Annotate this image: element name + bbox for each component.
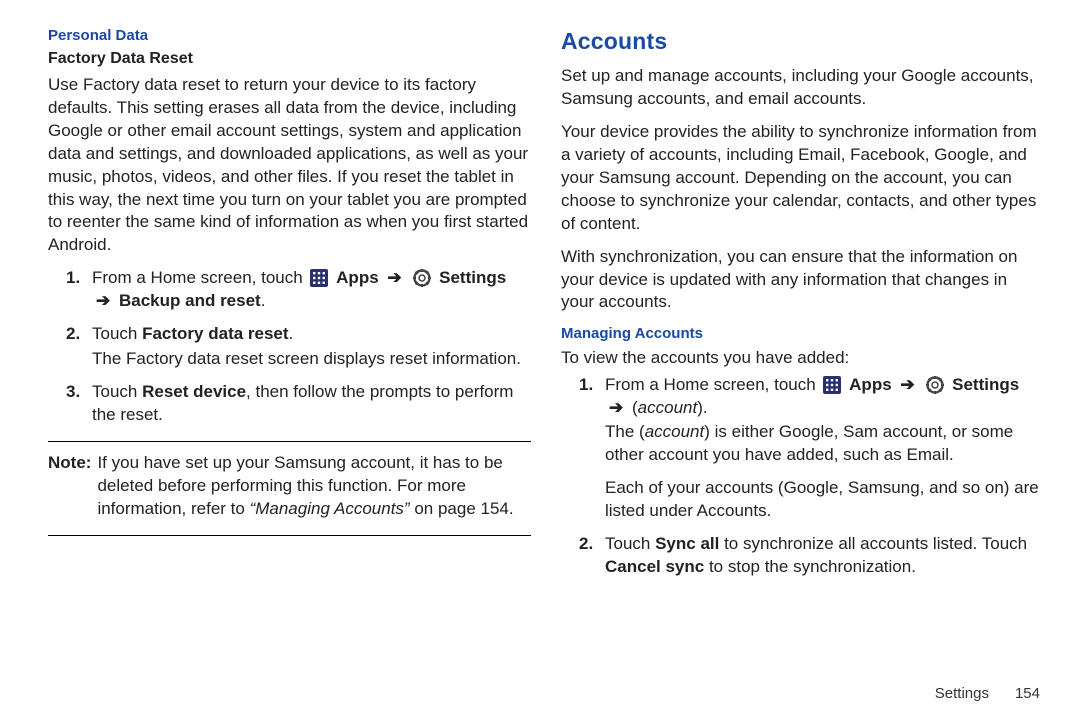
gear-icon: [926, 376, 944, 394]
section-heading-personal-data: Personal Data: [48, 26, 531, 46]
step-number: 1.: [579, 374, 593, 397]
steps-factory-reset: 1. From a Home screen, touch Apps ➔ Sett…: [48, 267, 531, 427]
page-footer: Settings 154: [935, 684, 1040, 704]
settings-label: Settings: [952, 375, 1019, 394]
apps-grid-icon: [310, 269, 328, 287]
arrow-icon: ➔: [609, 398, 623, 417]
step-subtext-2: Each of your accounts (Google, Samsung, …: [605, 477, 1044, 523]
sync-all-label: Sync all: [655, 534, 719, 553]
section-heading-accounts: Accounts: [561, 26, 1044, 57]
step-2: 2. Touch Sync all to synchronize all acc…: [589, 533, 1044, 579]
apps-label: Apps: [336, 268, 379, 287]
step-text: From a Home screen, touch: [605, 375, 820, 394]
apps-grid-icon: [823, 376, 841, 394]
step-3: 3. Touch Reset device, then follow the p…: [76, 381, 531, 427]
step-tail: to stop the synchronization.: [704, 557, 916, 576]
apps-label: Apps: [849, 375, 892, 394]
period: .: [289, 324, 294, 343]
close-paren: ).: [697, 398, 707, 417]
left-column: Personal Data Factory Data Reset Use Fac…: [48, 26, 531, 702]
cancel-sync-label: Cancel sync: [605, 557, 704, 576]
reset-device-label: Reset device: [142, 382, 246, 401]
step-number: 1.: [66, 267, 80, 290]
step-text: Touch: [92, 382, 142, 401]
step-subtext: The Factory data reset screen displays r…: [92, 348, 531, 371]
footer-section: Settings: [935, 685, 989, 702]
step-mid: to synchronize all accounts listed. Touc…: [719, 534, 1027, 553]
subsection-managing-accounts: Managing Accounts: [561, 324, 1044, 344]
step-number: 3.: [66, 381, 80, 404]
note-block: Note: If you have set up your Samsung ac…: [48, 452, 531, 521]
step-text: From a Home screen, touch: [92, 268, 307, 287]
gear-icon: [413, 269, 431, 287]
manual-page: Personal Data Factory Data Reset Use Fac…: [0, 0, 1080, 720]
note-text-post: on page 154.: [410, 499, 514, 518]
paragraph-accounts-3: With synchronization, you can ensure tha…: [561, 246, 1044, 315]
subheading-factory-data-reset: Factory Data Reset: [48, 48, 531, 70]
factory-data-reset-label: Factory data reset: [142, 324, 288, 343]
paragraph-accounts-1: Set up and manage accounts, including yo…: [561, 65, 1044, 111]
step-number: 2.: [66, 323, 80, 346]
note-label: Note:: [48, 452, 91, 521]
note-reference: “Managing Accounts”: [250, 499, 410, 518]
arrow-icon: ➔: [387, 268, 401, 287]
account-placeholder: account: [638, 398, 698, 417]
step-1: 1. From a Home screen, touch Apps ➔ Sett…: [589, 374, 1044, 524]
step-subtext-1: The (account) is either Google, Sam acco…: [605, 421, 1044, 467]
step-2: 2. Touch Factory data reset. The Factory…: [76, 323, 531, 371]
period: .: [261, 291, 266, 310]
note-body: If you have set up your Samsung account,…: [97, 452, 531, 521]
step-number: 2.: [579, 533, 593, 556]
footer-page-number: 154: [1015, 685, 1040, 702]
arrow-icon: ➔: [96, 291, 110, 310]
settings-label: Settings: [439, 268, 506, 287]
right-column: Accounts Set up and manage accounts, inc…: [561, 26, 1044, 702]
steps-managing-accounts: 1. From a Home screen, touch Apps ➔ Sett…: [561, 374, 1044, 580]
paragraph-accounts-2: Your device provides the ability to sync…: [561, 121, 1044, 236]
paragraph-factory-reset-intro: Use Factory data reset to return your de…: [48, 74, 531, 258]
step-text: Touch: [605, 534, 655, 553]
sub-pre: The (: [605, 422, 645, 441]
paragraph-view-accounts: To view the accounts you have added:: [561, 347, 1044, 370]
step-text: Touch: [92, 324, 142, 343]
account-placeholder: account: [645, 422, 705, 441]
divider: [48, 535, 531, 536]
arrow-icon: ➔: [900, 375, 914, 394]
divider: [48, 441, 531, 442]
step-1: 1. From a Home screen, touch Apps ➔ Sett…: [76, 267, 531, 313]
backup-reset-label: Backup and reset: [119, 291, 261, 310]
